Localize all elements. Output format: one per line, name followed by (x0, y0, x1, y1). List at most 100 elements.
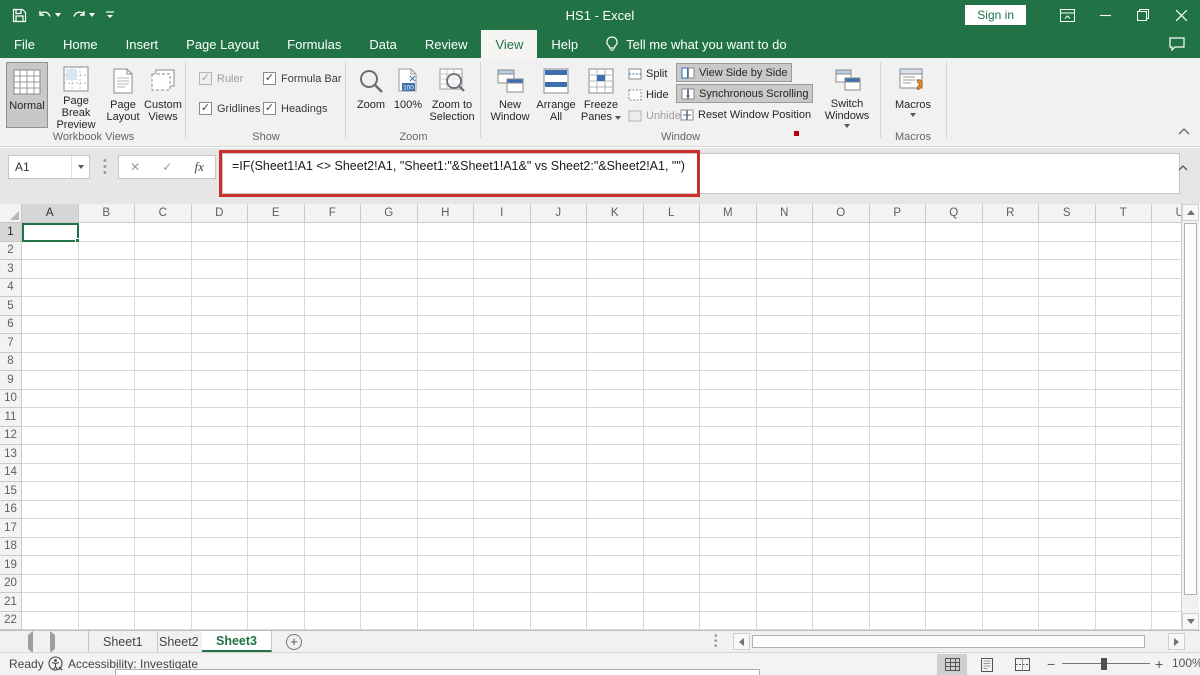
cell-N9[interactable] (757, 371, 814, 390)
select-all-corner[interactable] (0, 204, 22, 223)
cell-D1[interactable] (192, 223, 249, 242)
cell-D17[interactable] (192, 519, 249, 538)
cell-G4[interactable] (361, 279, 418, 298)
cell-U2[interactable] (1152, 242, 1181, 261)
cell-G6[interactable] (361, 316, 418, 335)
cell-G9[interactable] (361, 371, 418, 390)
cell-O8[interactable] (813, 353, 870, 372)
cell-R22[interactable] (983, 612, 1040, 631)
cell-Q1[interactable] (926, 223, 983, 242)
cell-I16[interactable] (474, 501, 531, 520)
cell-Q9[interactable] (926, 371, 983, 390)
cell-F1[interactable] (305, 223, 362, 242)
cell-J18[interactable] (531, 538, 588, 557)
cell-C8[interactable] (135, 353, 192, 372)
cell-S18[interactable] (1039, 538, 1096, 557)
cell-L4[interactable] (644, 279, 701, 298)
cell-I11[interactable] (474, 408, 531, 427)
column-header-H[interactable]: H (418, 204, 475, 223)
cell-I3[interactable] (474, 260, 531, 279)
cell-E1[interactable] (248, 223, 305, 242)
column-header-F[interactable]: F (305, 204, 362, 223)
cell-K21[interactable] (587, 593, 644, 612)
cell-N13[interactable] (757, 445, 814, 464)
cell-G15[interactable] (361, 482, 418, 501)
cell-I18[interactable] (474, 538, 531, 557)
cell-P10[interactable] (870, 390, 927, 409)
cell-L16[interactable] (644, 501, 701, 520)
cell-A17[interactable] (22, 519, 79, 538)
cell-C10[interactable] (135, 390, 192, 409)
cell-Q2[interactable] (926, 242, 983, 261)
cell-J5[interactable] (531, 297, 588, 316)
cell-K5[interactable] (587, 297, 644, 316)
cell-E13[interactable] (248, 445, 305, 464)
cell-A8[interactable] (22, 353, 79, 372)
cell-T9[interactable] (1096, 371, 1153, 390)
cell-A5[interactable] (22, 297, 79, 316)
cell-L7[interactable] (644, 334, 701, 353)
cell-T17[interactable] (1096, 519, 1153, 538)
cell-O2[interactable] (813, 242, 870, 261)
cell-S9[interactable] (1039, 371, 1096, 390)
arrange-all-button[interactable]: Arrange All (535, 62, 577, 128)
cell-T14[interactable] (1096, 464, 1153, 483)
cell-M17[interactable] (700, 519, 757, 538)
unhide-button[interactable]: Unhide (628, 107, 681, 125)
cell-B16[interactable] (79, 501, 136, 520)
cell-F20[interactable] (305, 575, 362, 594)
cell-N14[interactable] (757, 464, 814, 483)
column-header-Q[interactable]: Q (926, 204, 983, 223)
cell-M19[interactable] (700, 556, 757, 575)
cell-I4[interactable] (474, 279, 531, 298)
zoom-to-selection-button[interactable]: Zoom to Selection (428, 62, 476, 128)
cell-E11[interactable] (248, 408, 305, 427)
cell-G14[interactable] (361, 464, 418, 483)
cell-R15[interactable] (983, 482, 1040, 501)
cell-O4[interactable] (813, 279, 870, 298)
cell-C11[interactable] (135, 408, 192, 427)
cell-E4[interactable] (248, 279, 305, 298)
close-button[interactable] (1162, 0, 1200, 30)
cell-F16[interactable] (305, 501, 362, 520)
cell-G7[interactable] (361, 334, 418, 353)
cell-I8[interactable] (474, 353, 531, 372)
feedback-button[interactable] (1162, 30, 1192, 58)
cell-Q21[interactable] (926, 593, 983, 612)
cell-L21[interactable] (644, 593, 701, 612)
cell-F14[interactable] (305, 464, 362, 483)
ruler-checkbox[interactable]: ✓ Ruler (199, 72, 243, 85)
column-header-G[interactable]: G (361, 204, 418, 223)
cell-O7[interactable] (813, 334, 870, 353)
cell-P15[interactable] (870, 482, 927, 501)
cell-B15[interactable] (79, 482, 136, 501)
cell-U4[interactable] (1152, 279, 1181, 298)
cell-N16[interactable] (757, 501, 814, 520)
cell-C20[interactable] (135, 575, 192, 594)
name-box[interactable]: A1 (8, 155, 90, 179)
cell-O12[interactable] (813, 427, 870, 446)
cell-U22[interactable] (1152, 612, 1181, 631)
cell-Q13[interactable] (926, 445, 983, 464)
row-header-1[interactable]: 1 (0, 223, 22, 242)
cell-B9[interactable] (79, 371, 136, 390)
cell-T19[interactable] (1096, 556, 1153, 575)
cell-B11[interactable] (79, 408, 136, 427)
cell-R20[interactable] (983, 575, 1040, 594)
cell-A18[interactable] (22, 538, 79, 557)
cell-A1[interactable] (22, 223, 79, 242)
cell-F8[interactable] (305, 353, 362, 372)
cell-U20[interactable] (1152, 575, 1181, 594)
cell-P20[interactable] (870, 575, 927, 594)
cell-C4[interactable] (135, 279, 192, 298)
cell-Q17[interactable] (926, 519, 983, 538)
cell-N11[interactable] (757, 408, 814, 427)
cell-D3[interactable] (192, 260, 249, 279)
cell-A14[interactable] (22, 464, 79, 483)
cell-H8[interactable] (418, 353, 475, 372)
cell-S13[interactable] (1039, 445, 1096, 464)
cell-B6[interactable] (79, 316, 136, 335)
column-header-D[interactable]: D (192, 204, 249, 223)
cell-T16[interactable] (1096, 501, 1153, 520)
row-header-3[interactable]: 3 (0, 260, 22, 279)
